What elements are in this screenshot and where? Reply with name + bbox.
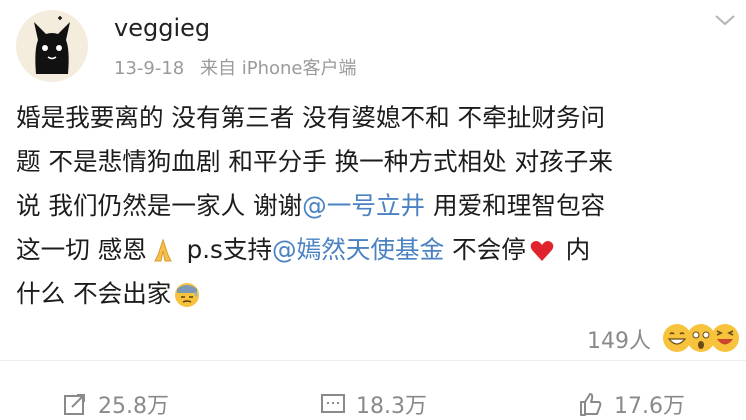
content-line: 什么 不会出家 [16, 272, 740, 316]
laughing-face-icon [711, 324, 739, 352]
folded-hands-icon [153, 238, 172, 262]
likes-row[interactable]: 149人 [587, 322, 743, 356]
content-line: 婚是我要离的 没有第三者 没有婆媳不和 不牵扯财务问 [16, 103, 606, 132]
content-line: 这一切 感恩 p.s支持@嫣然天使基金 不会停 内 [16, 228, 740, 272]
comment-button[interactable]: 18.3万 [320, 388, 427, 420]
username[interactable]: veggieg [114, 14, 210, 42]
like-count: 17.6万 [614, 394, 685, 419]
like-button[interactable]: 17.6万 [578, 388, 685, 420]
content-text: 内 [557, 235, 591, 264]
content-text: 说 我们仍然是一家人 谢谢 [16, 191, 303, 220]
post-meta: 13-9-18 来自 iPhone客户端 [114, 54, 366, 80]
thumbs-up-icon [580, 393, 602, 416]
divider [0, 360, 746, 361]
comment-icon [321, 394, 345, 413]
post-date: 13-9-18 [114, 58, 185, 79]
content-line: 题 不是悲情狗血剧 和平分手 换一种方式相处 对孩子来 [16, 147, 613, 176]
mention-link[interactable]: @一号立井 [302, 191, 425, 220]
content-text: 什么 不会出家 [16, 279, 172, 308]
content-text: p.s支持 [178, 235, 273, 264]
cat-avatar-icon [34, 16, 70, 74]
likes-count: 149人 [587, 329, 651, 354]
repost-icon [64, 394, 85, 415]
mention-link[interactable]: @嫣然天使基金 [272, 235, 444, 264]
chevron-down-icon[interactable] [712, 10, 738, 30]
content-text: 不会停 [444, 235, 526, 264]
reaction-emojis [661, 322, 743, 356]
avatar[interactable] [16, 10, 88, 82]
comment-count: 18.3万 [356, 394, 427, 419]
content-line: 说 我们仍然是一家人 谢谢@一号立井 用爱和理智包容 [16, 184, 740, 228]
post-source: 来自 iPhone客户端 [200, 58, 357, 79]
downcast-sweat-face-icon [175, 283, 200, 307]
post-content: 婚是我要离的 没有第三者 没有婆媳不和 不牵扯财务问 题 不是悲情狗血剧 和平分… [16, 96, 740, 316]
repost-button[interactable]: 25.8万 [62, 388, 169, 420]
repost-count: 25.8万 [98, 394, 169, 419]
content-text: 这一切 感恩 [16, 235, 147, 264]
red-heart-icon [530, 241, 554, 261]
content-text: 用爱和理智包容 [425, 191, 606, 220]
